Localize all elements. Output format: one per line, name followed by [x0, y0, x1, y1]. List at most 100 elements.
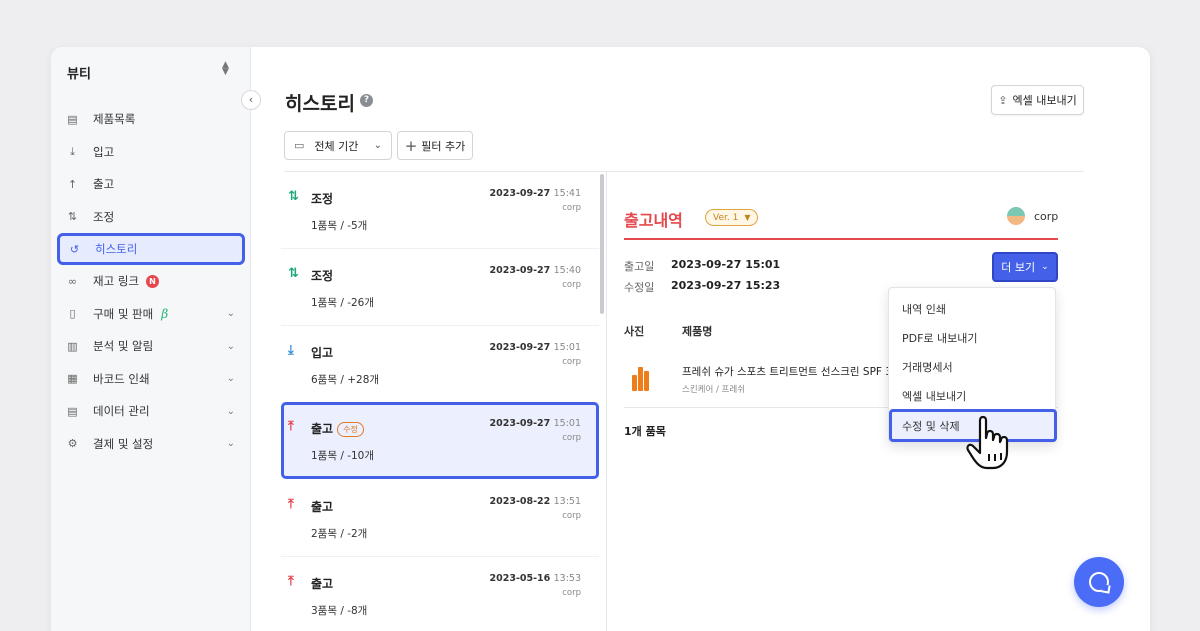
- history-item-selected[interactable]: ⤒ 출고 수정 2023-09-27 15:01 corp 1품목 / -10개: [281, 402, 599, 479]
- sidebar-item-inbound[interactable]: ⤓ 입고: [55, 136, 247, 169]
- modified-label: 수정일: [624, 281, 655, 294]
- edited-tag: 수정: [337, 422, 364, 437]
- history-user: corp: [562, 280, 581, 290]
- history-date: 2023-09-27 15:40: [489, 265, 581, 276]
- chart-icon: ▥: [67, 339, 78, 353]
- sidebar-item-adjust[interactable]: ⇅ 조정: [55, 201, 247, 234]
- sidebar-item-outbound[interactable]: ↑ 출고: [55, 168, 247, 201]
- history-summary: 3품목 / -8개: [311, 605, 368, 617]
- column-name: 제품명: [682, 325, 713, 338]
- sidebar-item-purchase-sales[interactable]: ▯ 구매 및 판매 β ⌄: [55, 298, 247, 331]
- chat-support-button[interactable]: [1074, 557, 1124, 607]
- sidebar-item-analytics[interactable]: ▥ 분석 및 알림 ⌄: [55, 330, 247, 363]
- chevron-down-icon: ⌄: [226, 340, 235, 352]
- barcode-icon: ▦: [67, 372, 78, 386]
- history-summary: 1품목 / -10개: [311, 450, 375, 462]
- add-filter-button[interactable]: + 필터 추가: [397, 131, 473, 160]
- detail-user: corp: [1034, 210, 1059, 223]
- sidebar-item-settings[interactable]: ⚙ 결제 및 설정 ⌄: [55, 428, 247, 461]
- sidebar-item-label: 분석 및 알림: [93, 339, 154, 354]
- detail-title: 출고내역: [624, 211, 683, 230]
- document-icon: ▯: [69, 307, 76, 321]
- history-user: corp: [562, 433, 581, 443]
- menu-item-print[interactable]: 내역 인쇄: [889, 294, 1057, 323]
- history-type: 출고: [311, 577, 334, 591]
- list-scrollbar[interactable]: [600, 174, 604, 314]
- avatar: [1007, 207, 1025, 225]
- date-label: 출고일: [624, 260, 655, 273]
- sidebar-item-label: 입고: [93, 144, 115, 159]
- menu-item-invoice[interactable]: 거래명세서: [889, 352, 1057, 381]
- history-summary: 1품목 / -5개: [311, 220, 368, 232]
- box-icon: ▤: [67, 112, 78, 126]
- database-icon: ▤: [67, 404, 78, 418]
- beta-badge: β: [161, 306, 169, 321]
- history-item[interactable]: ⤒ 출고 2023-08-22 13:51 corp 2품목 / -2개: [281, 480, 599, 557]
- sidebar-item-label: 바코드 인쇄: [93, 371, 150, 386]
- help-icon[interactable]: ?: [360, 94, 373, 107]
- add-filter-label: 필터 추가: [421, 139, 466, 153]
- version-select[interactable]: Ver. 1 ▼: [705, 209, 759, 226]
- store-switcher-icon[interactable]: ▲ ▼: [222, 61, 229, 77]
- history-item[interactable]: ⇅ 조정 2023-09-27 15:41 corp 1품목 / -5개: [281, 172, 599, 249]
- history-summary: 1품목 / -26개: [311, 297, 375, 309]
- history-item[interactable]: ⇅ 조정 2023-09-27 15:40 corp 1품목 / -26개: [281, 249, 599, 326]
- more-label: 더 보기: [1001, 261, 1036, 274]
- history-type: 조정: [311, 269, 334, 283]
- sidebar-item-label: 재고 링크: [93, 274, 139, 289]
- modified-value: 2023-09-27 15:23: [671, 279, 781, 292]
- sidebar-item-data[interactable]: ▤ 데이터 관리 ⌄: [55, 395, 247, 428]
- history-user: corp: [562, 357, 581, 367]
- sidebar-item-label: 히스토리: [95, 242, 138, 256]
- link-icon: ∞: [67, 274, 78, 288]
- outbound-icon: ⤒: [288, 574, 294, 589]
- export-icon: ⇪: [998, 93, 1008, 107]
- version-label: Ver. 1: [713, 212, 739, 223]
- history-date: 2023-05-16 13:53: [489, 573, 581, 584]
- more-button[interactable]: 더 보기 ⌄: [992, 252, 1058, 282]
- period-label: 전체 기간: [314, 139, 359, 153]
- history-date: 2023-09-27 15:01: [489, 342, 581, 353]
- menu-item-export-excel[interactable]: 엑셀 내보내기: [889, 381, 1057, 410]
- sidebar-item-label: 데이터 관리: [93, 404, 150, 419]
- arrow-up-icon: ↑: [67, 177, 78, 191]
- collapse-sidebar-button[interactable]: ‹: [241, 90, 261, 110]
- excel-export-button[interactable]: ⇪ 엑셀 내보내기: [991, 85, 1084, 115]
- date-value: 2023-09-27 15:01: [671, 258, 781, 271]
- sidebar-item-label: 결제 및 설정: [93, 436, 154, 451]
- adjust-icon: ⇅: [288, 189, 299, 204]
- history-item[interactable]: ⤒ 출고 2023-05-16 13:53 corp 3품목 / -8개: [281, 557, 599, 631]
- sidebar-item-stock-link[interactable]: ∞ 재고 링크 N: [55, 265, 247, 298]
- product-category: 스킨케어 / 프레쉬: [682, 385, 746, 395]
- history-summary: 2품목 / -2개: [311, 528, 368, 540]
- outbound-icon: ⤒: [288, 419, 294, 434]
- page-title: 히스토리: [285, 93, 355, 115]
- history-list[interactable]: ⇅ 조정 2023-09-27 15:41 corp 1품목 / -5개 ⇅ 조…: [281, 172, 607, 631]
- menu-item-export-pdf[interactable]: PDF로 내보내기: [889, 323, 1057, 352]
- sidebar: 뷰티 ▲ ▼ ▤ 제품목록 ⤓ 입고 ↑ 출고 ⇅ 조정 ↺ 히스토리 ∞ 재고…: [51, 47, 251, 631]
- calendar-icon: ▭: [294, 139, 305, 152]
- history-type: 출고: [311, 500, 334, 514]
- sidebar-item-products[interactable]: ▤ 제품목록: [55, 103, 247, 136]
- history-item[interactable]: ⤓ 입고 2023-09-27 15:01 corp 6품목 / +28개: [281, 326, 599, 403]
- period-select[interactable]: ▭ 전체 기간 ⌄: [284, 131, 392, 160]
- history-user: corp: [562, 203, 581, 213]
- sidebar-item-barcode[interactable]: ▦ 바코드 인쇄 ⌄: [55, 363, 247, 396]
- title-underline: [624, 238, 1058, 240]
- store-name: 뷰티: [67, 67, 91, 82]
- swap-icon: ⇅: [67, 210, 78, 224]
- history-icon: ↺: [69, 242, 80, 256]
- history-type: 출고 수정: [311, 420, 364, 437]
- history-date: 2023-08-22 13:51: [489, 496, 581, 507]
- sidebar-item-history[interactable]: ↺ 히스토리: [57, 233, 245, 265]
- product-image: [632, 367, 650, 391]
- chevron-down-icon: ⌄: [226, 308, 235, 320]
- chevron-down-icon: ⌄: [226, 438, 235, 450]
- excel-export-label: 엑셀 내보내기: [1012, 94, 1077, 107]
- adjust-icon: ⇅: [288, 266, 299, 281]
- chevron-down-icon: ⌄: [226, 373, 235, 385]
- product-name: 프레쉬 슈가 스포츠 트리트먼트 선스크린 SPF 30: [682, 366, 894, 378]
- outbound-icon: ⤒: [288, 497, 294, 512]
- chevron-down-icon: ⌄: [226, 405, 235, 417]
- inbound-icon: ⤓: [288, 343, 294, 358]
